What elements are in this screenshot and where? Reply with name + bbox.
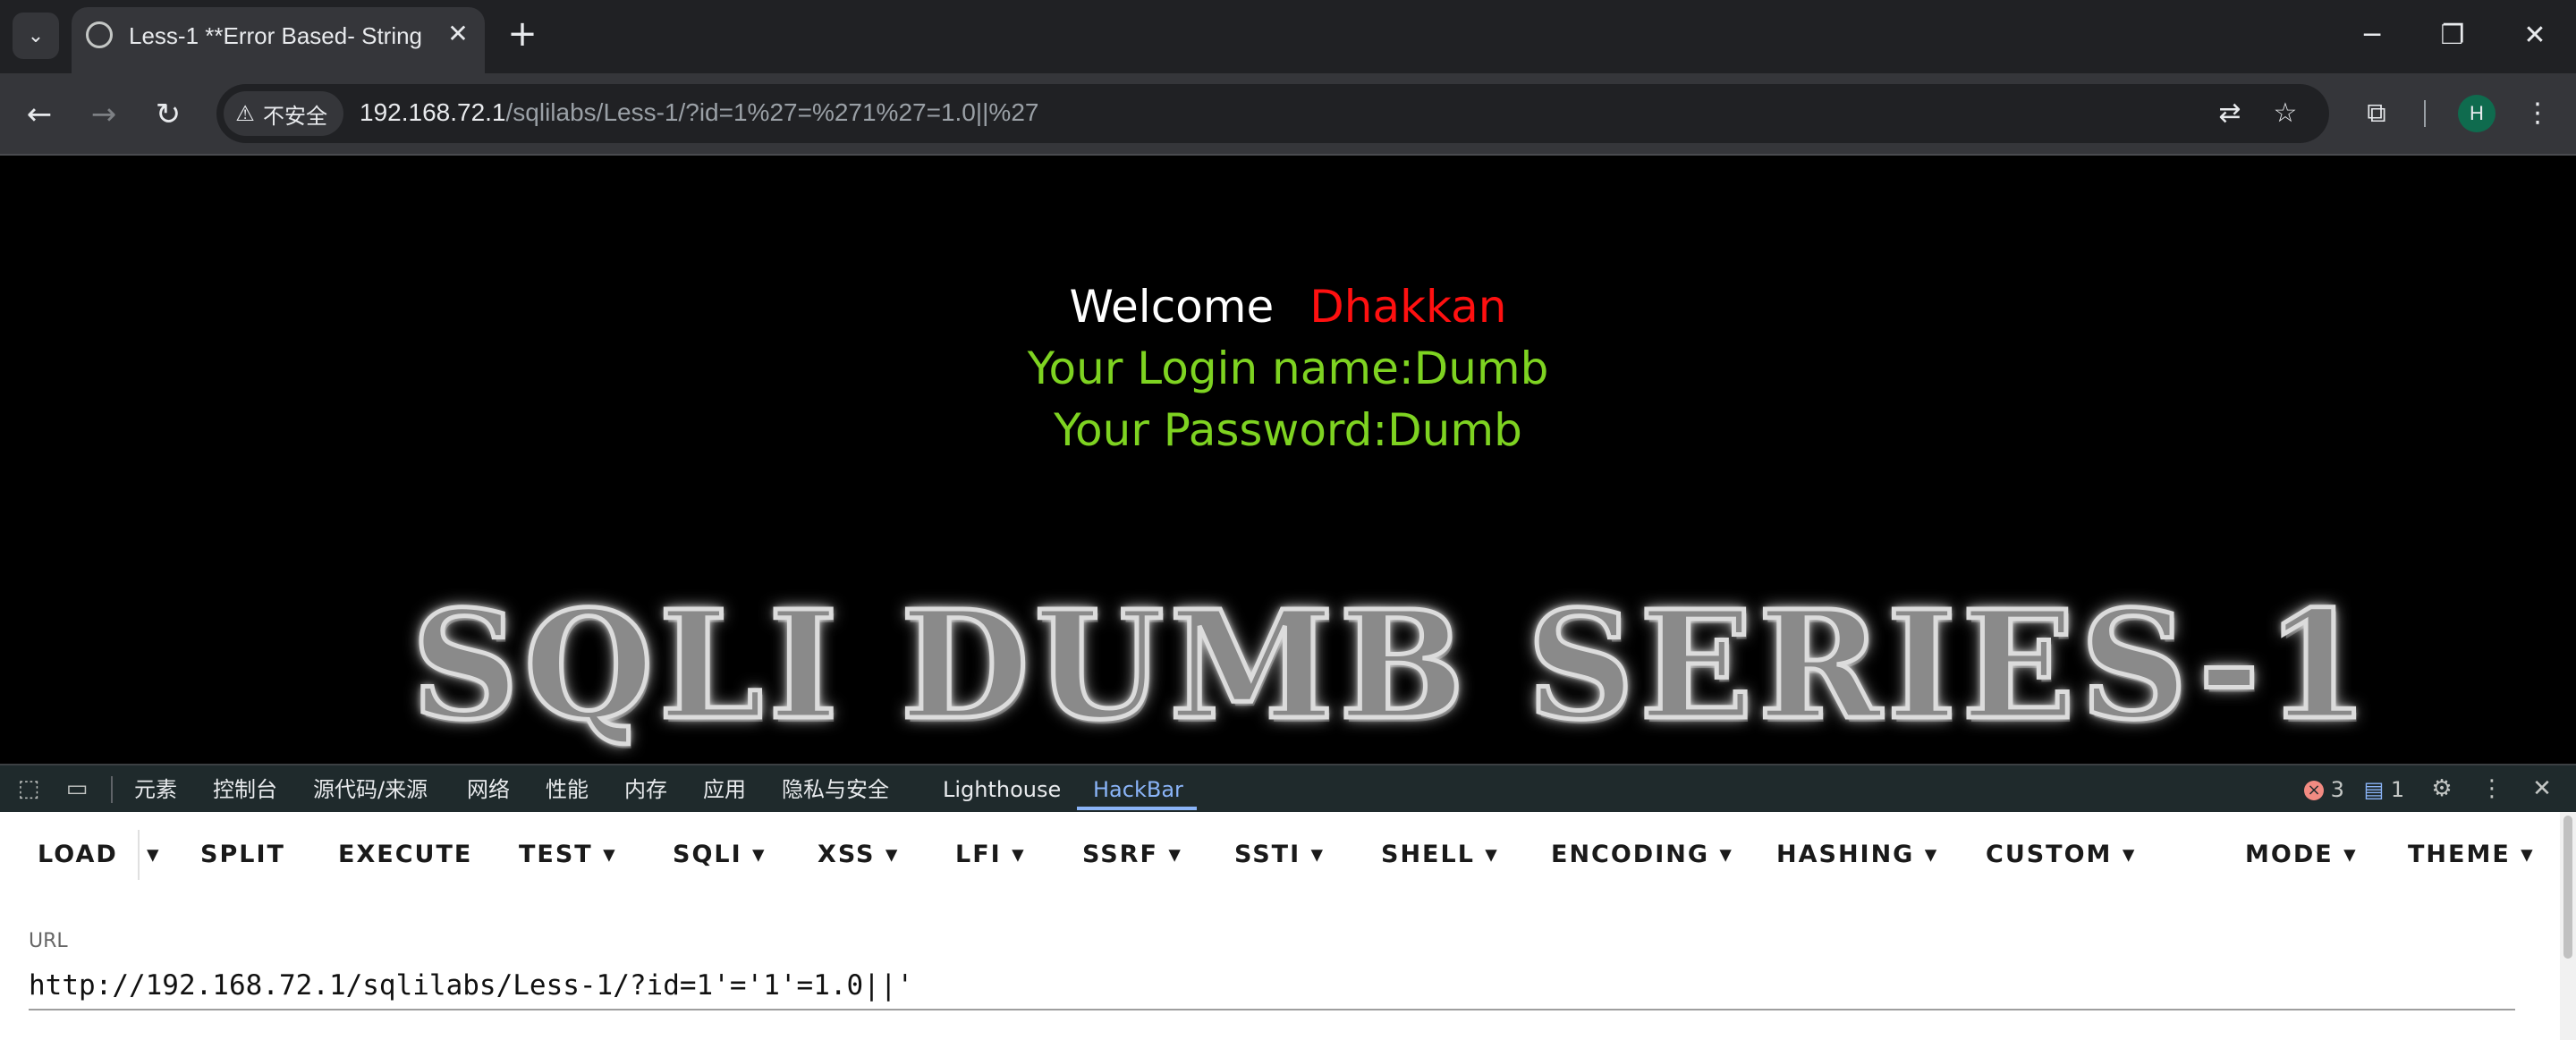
tab-elements[interactable]: 元素 [134, 774, 177, 805]
ssrf-menu-button[interactable]: SSRF ▾ [1082, 837, 1182, 873]
lfi-menu-button[interactable]: LFI ▾ [955, 837, 1026, 873]
error-icon: × [2304, 781, 2324, 800]
new-tab-plus-icon[interactable]: + [503, 14, 542, 54]
tab-console[interactable]: 控制台 [213, 774, 277, 805]
tab-performance[interactable]: 性能 [546, 774, 589, 805]
window-close-icon[interactable]: ✕ [2508, 16, 2562, 55]
tab-network[interactable]: 网络 [467, 774, 510, 805]
xss-menu-button[interactable]: XSS ▾ [818, 837, 899, 873]
security-chip[interactable]: ⚠ 不安全 [224, 91, 343, 136]
minimize-icon[interactable]: ─ [2345, 16, 2399, 55]
warning-triangle-icon: ⚠ [235, 101, 255, 126]
welcome-name: Dhakkan [1309, 281, 1507, 333]
execute-button[interactable]: EXECUTE [338, 837, 472, 873]
devtools-more-icon[interactable]: ⋮ [2476, 773, 2508, 805]
ssti-menu-button[interactable]: SSTI ▾ [1234, 837, 1325, 873]
back-arrow-icon[interactable]: ← [18, 93, 61, 136]
url-text[interactable]: 192.168.72.1/sqlilabs/Less-1/?id=1%27=%2… [360, 95, 1038, 131]
restore-icon[interactable]: ❐ [2426, 16, 2479, 55]
active-tab-indicator [1077, 807, 1197, 810]
load-dropdown-caret-icon[interactable]: ▾ [147, 837, 161, 873]
welcome-text: Welcome [1069, 281, 1275, 333]
toolbar-divider [2424, 100, 2426, 127]
inspect-element-icon[interactable]: ⬚ [13, 773, 45, 805]
kebab-menu-icon[interactable]: ⋮ [2517, 93, 2558, 134]
profile-avatar[interactable]: H [2458, 95, 2496, 132]
security-label: 不安全 [263, 103, 327, 129]
reload-icon[interactable]: ↻ [147, 93, 190, 136]
custom-menu-button[interactable]: CUSTOM ▾ [1986, 837, 2136, 873]
url-host: 192.168.72.1 [360, 98, 506, 126]
devtools-close-icon[interactable]: ✕ [2526, 773, 2558, 805]
theme-menu-button[interactable]: THEME ▾ [2408, 837, 2535, 873]
tab-sources[interactable]: 源代码/来源 [313, 774, 428, 805]
message-icon: ▤ [2363, 777, 2385, 802]
sqli-menu-button[interactable]: SQLI ▾ [673, 837, 767, 873]
globe-icon [86, 21, 113, 48]
bookmark-star-icon[interactable]: ☆ [2265, 93, 2306, 134]
forward-arrow-icon[interactable]: → [82, 93, 125, 136]
tab-close-icon[interactable]: ✕ [442, 18, 474, 50]
load-button[interactable]: LOAD [38, 837, 118, 873]
url-field-label: URL [29, 930, 68, 952]
message-count: 1 [2390, 777, 2405, 802]
devtools-divider [111, 776, 113, 803]
tab-application[interactable]: 应用 [703, 774, 746, 805]
tab-lighthouse[interactable]: Lighthouse [943, 774, 1061, 805]
load-divider [138, 830, 140, 880]
hackbar-scroll-thumb[interactable] [2563, 816, 2572, 959]
split-button[interactable]: SPLIT [200, 837, 285, 873]
hackbar-url-input[interactable] [29, 968, 2515, 1003]
translate-icon[interactable]: ⇄ [2209, 93, 2250, 134]
tab-memory[interactable]: 内存 [624, 774, 667, 805]
tab-title: Less-1 **Error Based- String** [129, 22, 422, 49]
url-path: /sqlilabs/Less-1/?id=1%27=%271%27=1.0||%… [505, 98, 1039, 126]
shell-menu-button[interactable]: SHELL ▾ [1381, 837, 1499, 873]
error-count: 3 [2330, 777, 2344, 802]
tab-hackbar[interactable]: HackBar [1093, 774, 1183, 805]
tab-search-chevron-icon[interactable]: ⌄ [13, 13, 59, 59]
encoding-menu-button[interactable]: ENCODING ▾ [1551, 837, 1733, 873]
extensions-puzzle-icon[interactable]: ⧉ [2356, 93, 2397, 134]
issues-badge[interactable]: × 3 ▤ 1 [2304, 774, 2404, 805]
mode-menu-button[interactable]: MODE ▾ [2245, 837, 2358, 873]
password-line: Your Password:Dumb [1054, 404, 1522, 456]
settings-gear-icon[interactable]: ⚙ [2426, 773, 2458, 805]
series-banner: SQLI DUMB SERIES-1 [410, 579, 2375, 753]
tab-privacy-security[interactable]: 隐私与安全 [782, 774, 889, 805]
hashing-menu-button[interactable]: HASHING ▾ [1776, 837, 1938, 873]
test-menu-button[interactable]: TEST ▾ [519, 837, 617, 873]
welcome-line: Welcome Dhakkan [0, 281, 2576, 333]
url-input-underline [29, 1009, 2515, 1010]
device-toolbar-icon[interactable]: ▭ [61, 773, 93, 805]
login-name-line: Your Login name:Dumb [1027, 342, 1549, 394]
